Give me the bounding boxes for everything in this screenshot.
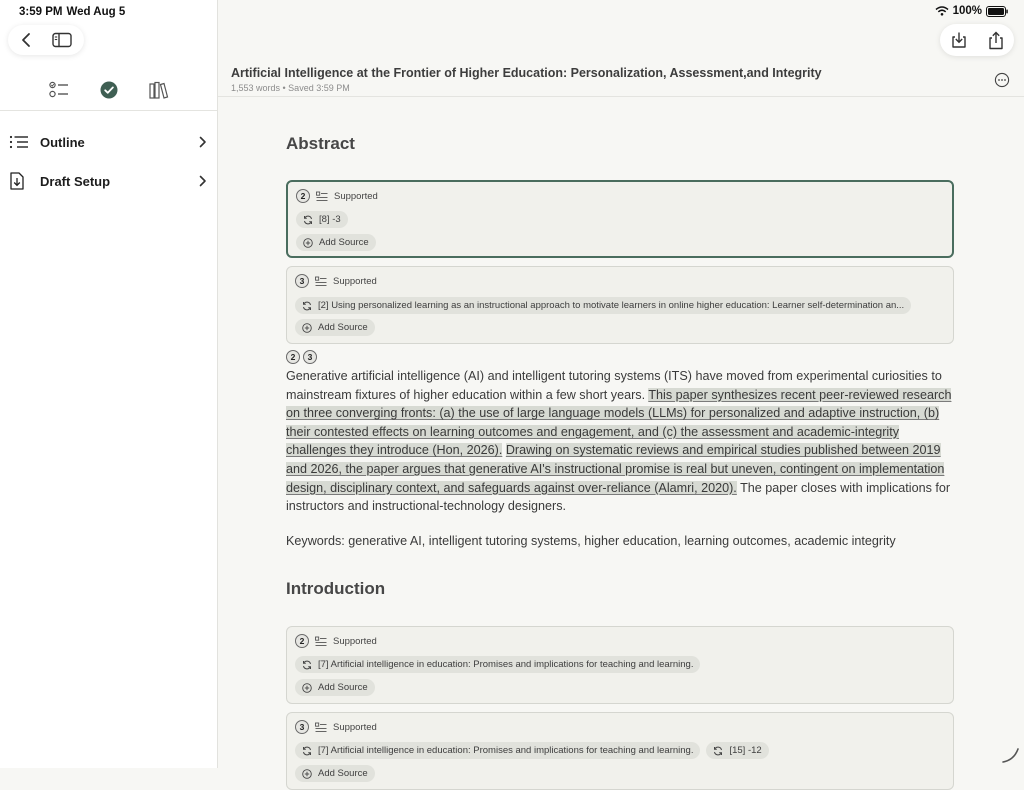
refresh-icon (303, 215, 313, 225)
keywords-paragraph[interactable]: Keywords: generative AI, intelligent tut… (286, 532, 956, 551)
claim-card[interactable]: 2 Supported [7] Artificial intelligence … (286, 626, 954, 704)
add-source-label: Add Source (318, 322, 368, 333)
add-source-label: Add Source (318, 768, 368, 779)
wifi-icon (935, 6, 949, 16)
source-row: [8] -3 (296, 211, 348, 228)
add-source-row: Add Source (295, 679, 375, 696)
claim-status-row: 2 Supported (296, 189, 378, 203)
source-chip-label: [7] Artificial intelligence in education… (318, 745, 694, 756)
source-chip[interactable]: [15] -12 (706, 742, 769, 759)
claim-status: Supported (333, 721, 377, 733)
refresh-icon (302, 746, 312, 756)
sidebar-divider (0, 110, 217, 111)
plus-circle-icon (302, 768, 312, 779)
editor-pane: 100% Artificial Intelligence at the Fron… (218, 0, 1024, 790)
claim-status-row: 3 Supported (295, 274, 377, 288)
refresh-icon (302, 660, 312, 670)
resize-grabber-icon[interactable] (1000, 744, 1020, 764)
header-divider (218, 96, 1024, 97)
document-meta: 1,553 words • Saved 3:59 PM (231, 83, 350, 93)
claim-card[interactable]: 2 Supported [8] -3 Add Source (286, 180, 954, 258)
chevron-right-icon (199, 136, 207, 148)
status-time: 3:59 PM Wed Aug 5 (19, 6, 126, 18)
claim-card[interactable]: 3 Supported [2] Using personalized learn… (286, 266, 954, 344)
claim-status: Supported (333, 635, 377, 647)
source-chip[interactable]: [2] Using personalized learning as an in… (295, 297, 912, 314)
checkmark-circle-icon (100, 81, 118, 99)
add-source-label: Add Source (318, 682, 368, 693)
more-options-button[interactable] (994, 72, 1010, 88)
nav-pill (8, 25, 84, 55)
battery-percent: 100% (952, 5, 982, 17)
source-row: [7] Artificial intelligence in education… (295, 742, 769, 759)
sidebar-tabbar (0, 78, 217, 102)
claim-status: Supported (334, 190, 378, 202)
evidence-list-icon (315, 276, 327, 287)
sidebar-icon (52, 32, 72, 48)
refresh-icon (302, 301, 312, 311)
abstract-paragraph[interactable]: Generative artificial intelligence (AI) … (286, 367, 956, 516)
claim-marker[interactable]: 3 (303, 350, 317, 364)
back-button[interactable] (8, 25, 44, 55)
battery-icon (986, 5, 1008, 17)
ellipsis-circle-icon (994, 72, 1010, 88)
tab-library[interactable] (146, 78, 172, 102)
claim-marker[interactable]: 2 (286, 350, 300, 364)
evidence-list-icon (315, 636, 327, 647)
document-download-icon (9, 172, 33, 190)
plus-circle-icon (302, 322, 312, 333)
source-chip-label: [7] Artificial intelligence in education… (318, 659, 694, 670)
source-chip-label: [15] -12 (729, 745, 762, 756)
claim-markers: 2 3 (286, 350, 317, 364)
sidebar-item-label: Outline (40, 134, 85, 150)
status-indicators: 100% (935, 5, 1008, 17)
source-chip[interactable]: [8] -3 (296, 211, 348, 228)
source-row: [7] Artificial intelligence in education… (295, 656, 701, 673)
claim-status-row: 2 Supported (295, 634, 377, 648)
claim-status-row: 3 Supported (295, 720, 377, 734)
plus-circle-icon (302, 682, 312, 693)
add-source-label: Add Source (319, 237, 369, 248)
plus-circle-icon (303, 237, 313, 248)
export-button[interactable] (944, 25, 974, 55)
add-source-button[interactable]: Add Source (296, 234, 376, 251)
download-tray-icon (950, 31, 968, 49)
list-icon (9, 135, 33, 149)
source-chip-label: [2] Using personalized learning as an in… (318, 300, 905, 311)
document-title: Artificial Intelligence at the Frontier … (231, 66, 822, 80)
section-heading-abstract: Abstract (286, 134, 355, 153)
claim-number: 2 (296, 189, 310, 203)
claim-status: Supported (333, 275, 377, 287)
evidence-list-icon (315, 722, 327, 733)
section-heading-introduction: Introduction (286, 579, 386, 598)
claim-card[interactable]: 3 Supported [7] Artificial intelligence … (286, 712, 954, 790)
source-chip[interactable]: [7] Artificial intelligence in education… (295, 656, 701, 673)
toggle-sidebar-button[interactable] (44, 25, 80, 55)
share-button[interactable] (981, 25, 1011, 55)
add-source-button[interactable]: Add Source (295, 679, 375, 696)
sidebar-item-label: Draft Setup (40, 173, 111, 189)
refresh-icon (713, 746, 723, 756)
chevron-left-icon (20, 32, 32, 48)
claim-number: 3 (295, 720, 309, 734)
source-chip-label: [8] -3 (319, 214, 341, 225)
add-source-button[interactable]: Add Source (295, 319, 375, 336)
claim-number: 3 (295, 274, 309, 288)
sidebar-item-draft-setup[interactable]: Draft Setup (0, 165, 217, 197)
books-icon (148, 81, 169, 99)
source-row: [2] Using personalized learning as an in… (295, 297, 912, 314)
sidebar-item-outline[interactable]: Outline (0, 126, 217, 158)
chevron-right-icon (199, 175, 207, 187)
sidebar: 3:59 PM Wed Aug 5 Outline Draft Setup (0, 0, 218, 768)
tab-checklist[interactable] (46, 78, 72, 102)
source-chip[interactable]: [7] Artificial intelligence in education… (295, 742, 701, 759)
add-source-row: Add Source (296, 234, 376, 251)
claim-number: 2 (295, 634, 309, 648)
evidence-list-icon (316, 191, 328, 202)
share-icon (987, 31, 1005, 50)
add-source-row: Add Source (295, 319, 375, 336)
tab-verification[interactable] (96, 78, 122, 102)
checklist-icon (48, 81, 69, 99)
action-pill (940, 24, 1014, 56)
